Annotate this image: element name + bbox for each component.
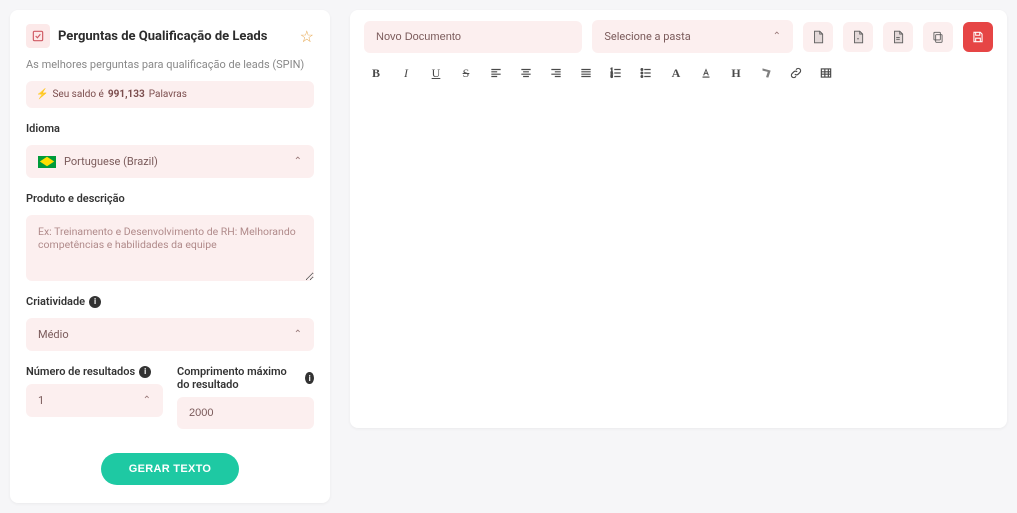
editor-panel: Selecione a pasta ⌃ B I U S 123 A H <box>350 10 1007 428</box>
editor-content[interactable] <box>364 91 993 414</box>
folder-placeholder: Selecione a pasta <box>604 30 690 43</box>
copy-button[interactable] <box>923 22 953 52</box>
export-txt-button[interactable] <box>883 22 913 52</box>
chevron-up-icon: ⌃ <box>773 31 781 42</box>
num-results-select[interactable]: 1 ⌃ <box>26 384 163 417</box>
info-icon[interactable]: i <box>305 372 314 384</box>
underline-icon[interactable]: U <box>428 65 444 81</box>
export-pdf-button[interactable] <box>843 22 873 52</box>
header-icon[interactable]: H <box>728 65 744 81</box>
num-results-value: 1 <box>38 394 44 407</box>
save-button[interactable] <box>963 22 993 52</box>
bold-icon[interactable]: B <box>368 65 384 81</box>
max-length-input[interactable] <box>177 397 314 429</box>
svg-text:3: 3 <box>611 75 613 79</box>
info-icon[interactable]: i <box>139 366 151 378</box>
max-length-label: Comprimento máximo do resultado i <box>177 365 314 391</box>
clear-format-icon[interactable] <box>758 65 774 81</box>
export-word-button[interactable] <box>803 22 833 52</box>
flag-icon <box>38 156 56 168</box>
page-title: Perguntas de Qualificação de Leads <box>58 29 292 44</box>
bolt-icon: ⚡ <box>36 89 48 100</box>
table-icon[interactable] <box>818 65 834 81</box>
balance-suffix: Palavras <box>149 89 187 100</box>
chevron-up-icon: ⌃ <box>294 156 302 167</box>
document-name-input[interactable] <box>364 21 582 53</box>
balance-prefix: Seu saldo é <box>52 89 103 100</box>
text-color-icon[interactable] <box>698 65 714 81</box>
creativity-select[interactable]: Médio ⌃ <box>26 318 314 351</box>
folder-select[interactable]: Selecione a pasta ⌃ <box>592 20 793 53</box>
balance-number: 991,133 <box>108 89 145 100</box>
align-right-icon[interactable] <box>548 65 564 81</box>
num-results-label: Número de resultados i <box>26 365 163 378</box>
product-label: Produto e descrição <box>26 192 314 205</box>
page-subtitle: As melhores perguntas para qualificação … <box>26 58 314 71</box>
creativity-label: Criatividade i <box>26 295 314 308</box>
strike-icon[interactable]: S <box>458 65 474 81</box>
link-icon[interactable] <box>788 65 804 81</box>
editor-top-controls: Selecione a pasta ⌃ <box>364 20 993 53</box>
language-select[interactable]: Portuguese (Brazil) ⌃ <box>26 145 314 178</box>
info-icon[interactable]: i <box>89 296 101 308</box>
align-left-icon[interactable] <box>488 65 504 81</box>
header-row: Perguntas de Qualificação de Leads ☆ <box>26 24 314 48</box>
ordered-list-icon[interactable]: 123 <box>608 65 624 81</box>
tool-icon <box>26 24 50 48</box>
config-panel: Perguntas de Qualificação de Leads ☆ As … <box>10 10 330 503</box>
align-justify-icon[interactable] <box>578 65 594 81</box>
language-value: Portuguese (Brazil) <box>64 155 158 168</box>
editor-toolbar: B I U S 123 A H <box>364 53 993 91</box>
font-size-icon[interactable]: A <box>668 65 684 81</box>
chevron-up-icon: ⌃ <box>294 329 302 340</box>
language-label: Idioma <box>26 122 314 135</box>
chevron-up-icon: ⌃ <box>143 395 151 406</box>
product-textarea[interactable] <box>26 215 314 281</box>
creativity-value: Médio <box>38 328 69 341</box>
unordered-list-icon[interactable] <box>638 65 654 81</box>
italic-icon[interactable]: I <box>398 65 414 81</box>
generate-button[interactable]: GERAR TEXTO <box>101 453 240 485</box>
align-center-icon[interactable] <box>518 65 534 81</box>
balance-banner: ⚡ Seu saldo é 991,133 Palavras <box>26 81 314 108</box>
favorite-star-icon[interactable]: ☆ <box>300 27 314 46</box>
